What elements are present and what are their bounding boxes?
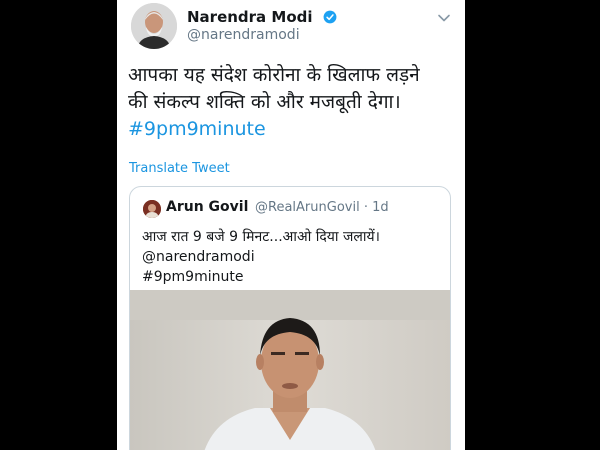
verified-badge-icon (323, 10, 337, 28)
video-frame-image (130, 290, 450, 450)
quoted-author-meta: @RealArunGovil · 1d (255, 200, 389, 215)
tweet-text-line-2: की संकल्प शक्ति को और मजबूती देगा। (128, 91, 401, 113)
quoted-tweet-age: · 1d (363, 200, 389, 215)
tweet-text: आपका यह संदेश कोरोना के खिलाफ लड़ने की स… (128, 62, 458, 143)
quoted-text-line-1: आज रात 9 बजे 9 मिनट...आओ दिया जलायें। (142, 229, 380, 245)
author-name[interactable]: Narendra Modi (187, 8, 337, 28)
author-avatar[interactable] (131, 3, 177, 49)
quoted-video-thumbnail[interactable] (130, 290, 450, 450)
quoted-tweet[interactable]: Arun Govil @RealArunGovil · 1d आज रात 9 … (129, 186, 451, 450)
screenshot-frame: Narendra Modi @narendramodi आपका यह संदे… (0, 0, 600, 450)
translate-tweet-link[interactable]: Translate Tweet (129, 161, 230, 176)
quoted-author-handle: @RealArunGovil (255, 200, 360, 215)
quoted-mention: @narendramodi (142, 249, 255, 265)
avatar-image (131, 3, 177, 49)
chevron-down-icon[interactable] (437, 10, 451, 24)
author-name-text: Narendra Modi (187, 8, 313, 26)
quoted-author-name: Arun Govil (166, 199, 249, 215)
tweet-card: Narendra Modi @narendramodi आपका यह संदे… (117, 0, 465, 450)
author-handle[interactable]: @narendramodi (187, 27, 300, 43)
quoted-author-avatar (143, 200, 161, 218)
quoted-tweet-text: आज रात 9 बजे 9 मिनट...आओ दिया जलायें। @n… (142, 227, 442, 287)
hashtag-link[interactable]: #9pm9minute (128, 116, 458, 143)
tweet-text-line-1: आपका यह संदेश कोरोना के खिलाफ लड़ने (128, 64, 420, 86)
quoted-hashtag: #9pm9minute (142, 269, 244, 285)
